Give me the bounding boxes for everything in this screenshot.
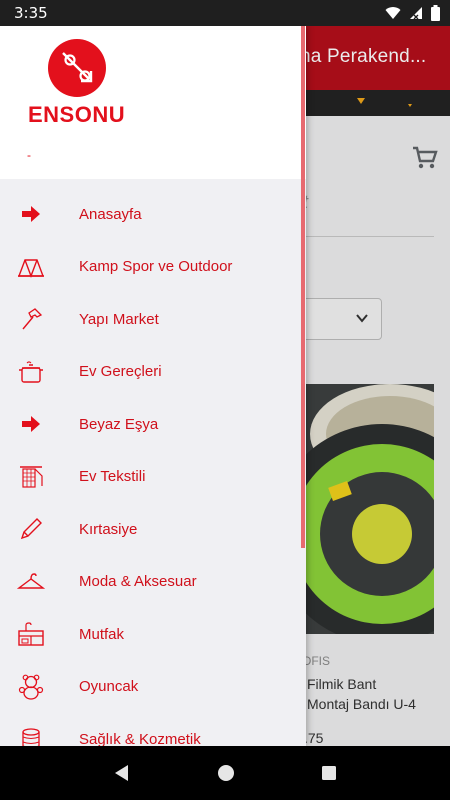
menu-item-kamp-spor-outdoor[interactable]: Kamp Spor ve Outdoor (0, 241, 306, 294)
brand-logo-icon (48, 39, 106, 97)
menu-item-label: Sağlık & Kozmetik (79, 730, 201, 746)
status-icons (385, 5, 440, 21)
cosmetics-icon (17, 725, 45, 746)
signal-icon (410, 7, 422, 20)
menu-item-kirtasiye[interactable]: Kırtasiye (0, 503, 306, 556)
hammer-icon (17, 305, 45, 333)
menu-item-label: Yapı Market (79, 310, 159, 328)
menu-item-yapi-market[interactable]: Yapı Market (0, 293, 306, 346)
hanger-icon (17, 568, 45, 596)
status-bar: 3:35 (0, 0, 450, 26)
menu-item-label: Moda & Aksesuar (79, 573, 197, 591)
menu-item-label: Ev Tekstili (79, 468, 146, 486)
menu-item-label: Kamp Spor ve Outdoor (79, 258, 233, 276)
menu-item-moda-aksesuar[interactable]: Moda & Aksesuar (0, 556, 306, 609)
drawer-header: ENSONU - (0, 26, 306, 179)
menu-item-saglik-kozmetik[interactable]: Sağlık & Kozmetik (0, 713, 306, 746)
menu-item-ev-gerecleri[interactable]: Ev Gereçleri (0, 346, 306, 399)
arrow-right-icon (17, 200, 45, 228)
menu-item-label: Ev Gereçleri (79, 363, 162, 381)
menu-item-ev-tekstili[interactable]: Ev Tekstili (0, 451, 306, 504)
menu-item-mutfak[interactable]: Mutfak (0, 608, 306, 661)
menu-item-oyuncak[interactable]: Oyuncak (0, 661, 306, 714)
system-nav-bar (0, 746, 450, 800)
menu-item-label: Oyuncak (79, 678, 139, 696)
home-icon[interactable] (217, 764, 235, 782)
textile-icon (17, 463, 45, 491)
teddy-bear-icon (17, 673, 45, 701)
status-time: 3:35 (14, 4, 48, 22)
menu-item-label: Mutfak (79, 625, 125, 643)
menu-item-label: Kırtasiye (79, 520, 138, 538)
kitchen-icon (17, 620, 45, 648)
menu-item-label: Anasayfa (79, 205, 142, 223)
menu-item-anasayfa[interactable]: Anasayfa (0, 188, 306, 241)
pencil-icon (17, 515, 45, 543)
recents-icon[interactable] (321, 765, 337, 781)
menu-item-beyaz-esya[interactable]: Beyaz Eşya (0, 398, 306, 451)
brand-name: ENSONU (28, 102, 126, 127)
navigation-drawer: ENSONU - Anasayfa Kamp Spor ve Outdoor Y… (0, 26, 306, 746)
drawer-scrollbar[interactable] (301, 26, 305, 548)
menu-item-label: Beyaz Eşya (79, 415, 159, 433)
pot-icon (17, 358, 45, 386)
battery-icon (431, 5, 440, 21)
arrow-right-icon (17, 410, 45, 438)
wifi-icon (385, 7, 401, 20)
tent-icon (17, 253, 45, 281)
user-name: - (27, 148, 31, 162)
back-icon[interactable] (113, 764, 131, 782)
drawer-menu: Anasayfa Kamp Spor ve Outdoor Yapı Marke… (0, 188, 306, 746)
